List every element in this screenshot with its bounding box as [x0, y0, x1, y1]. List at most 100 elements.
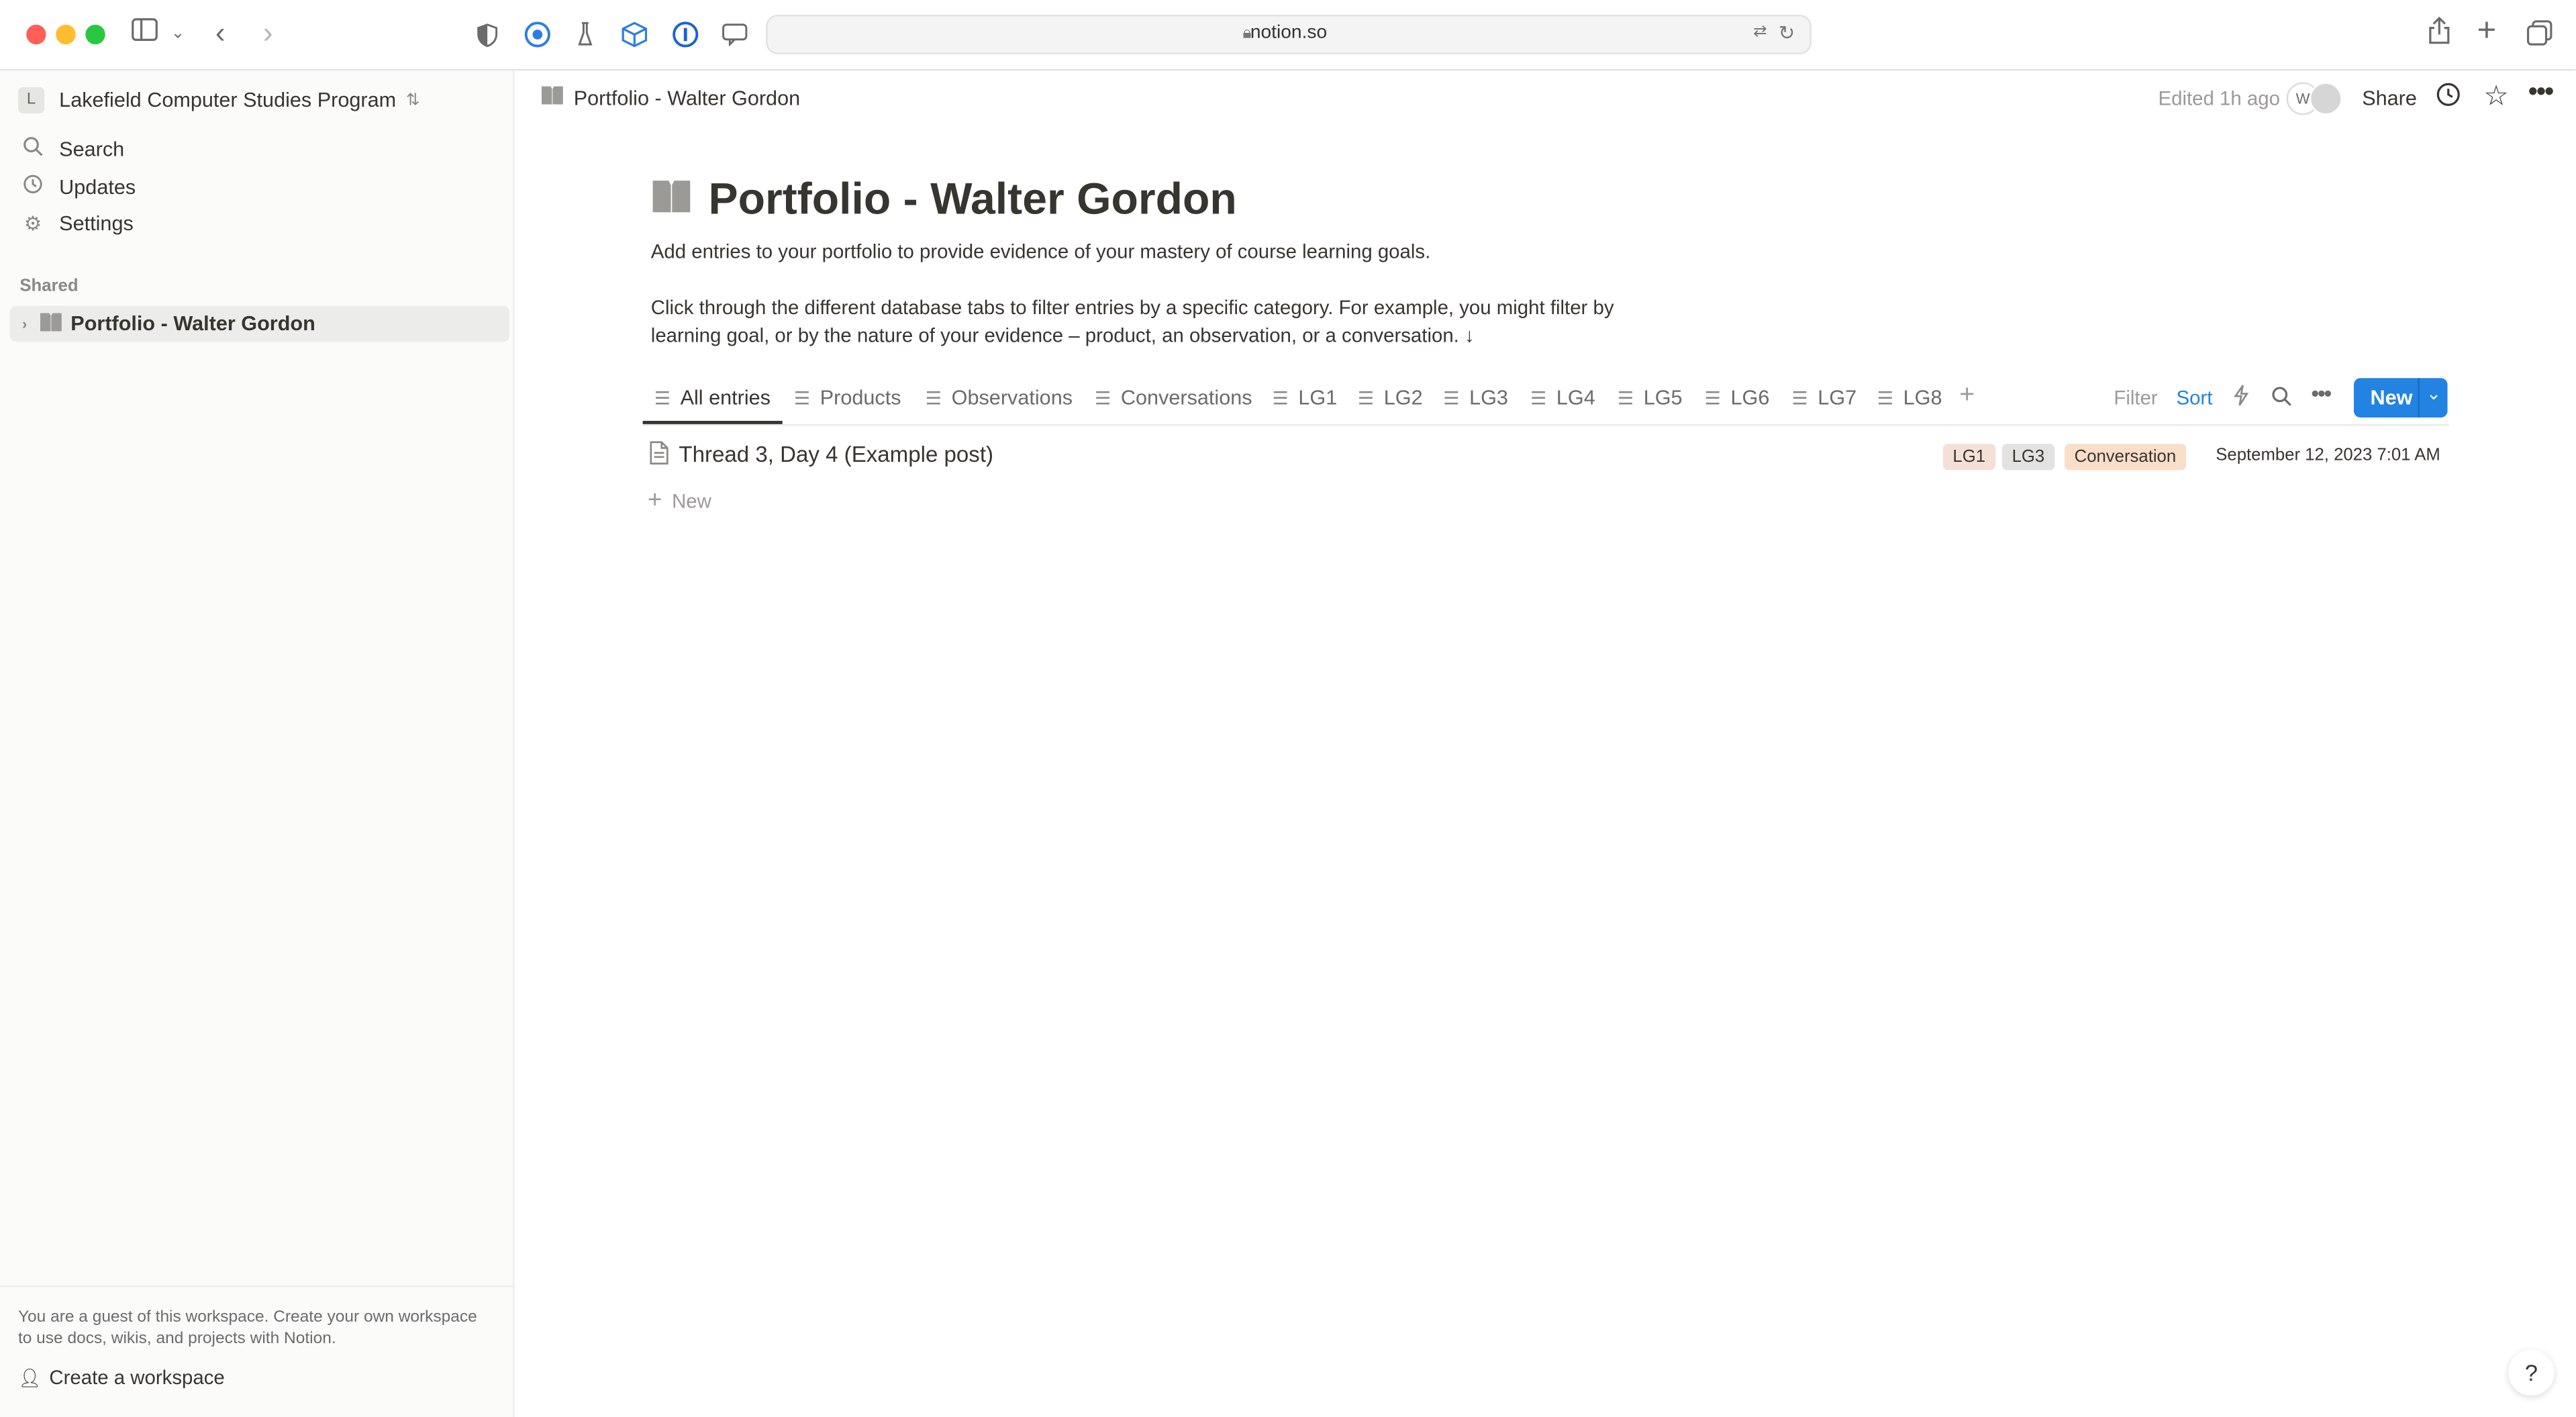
- tab-lg7[interactable]: ☰ LG7: [1791, 387, 1856, 409]
- create-workspace-button[interactable]: 👤︎ Create a workspace: [18, 1366, 225, 1389]
- password-manager-icon[interactable]: [671, 19, 700, 49]
- history-icon[interactable]: [2436, 82, 2461, 113]
- search-icon: [19, 136, 46, 161]
- sidebar-item-portfolio[interactable]: › Portfolio - Walter Gordon: [9, 305, 510, 342]
- list-icon: ☰: [1791, 389, 1808, 409]
- tab-lg1[interactable]: ☰ LG1: [1273, 387, 1338, 409]
- tab-label: Products: [820, 386, 901, 409]
- entry-title[interactable]: Thread 3, Day 4 (Example post): [679, 442, 993, 467]
- sidebar-item-label: Search: [59, 137, 125, 160]
- address-bar[interactable]: 🔒︎ notion.so ⇄ ↻: [766, 15, 1812, 54]
- automation-icon[interactable]: [2234, 385, 2249, 411]
- add-view-icon[interactable]: +: [1959, 381, 1975, 411]
- zoom-window-button[interactable]: [85, 24, 105, 45]
- sidebar-page-label: Portfolio - Walter Gordon: [70, 312, 315, 336]
- star-icon[interactable]: ☆: [2483, 81, 2508, 113]
- new-entry-button[interactable]: New ⌄: [2353, 378, 2448, 418]
- tab-observations[interactable]: ☰ Observations: [926, 387, 1073, 409]
- tab-lg6[interactable]: ☰ LG6: [1705, 387, 1770, 409]
- minimize-window-button[interactable]: [56, 24, 76, 45]
- list-icon: ☰: [793, 389, 811, 409]
- filter-button[interactable]: Filter: [2114, 387, 2157, 409]
- guest-notice: You are a guest of this workspace. Creat…: [0, 1285, 513, 1389]
- list-icon: ☰: [925, 389, 942, 409]
- tab-label: LG8: [1903, 386, 1942, 409]
- active-tab-indicator: [642, 420, 783, 424]
- sidebar-item-label: Updates: [59, 175, 136, 199]
- url-text: notion.so: [1250, 23, 1328, 43]
- tab-all-entries[interactable]: ☰ All entries: [654, 387, 771, 409]
- list-icon: ☰: [654, 389, 671, 409]
- table-row[interactable]: Thread 3, Day 4 (Example post) LG1 LG3 C…: [643, 436, 2449, 479]
- list-icon: ☰: [1617, 389, 1634, 409]
- person-plus-icon: 👤︎: [17, 1368, 42, 1389]
- page-description: Click through the different database tab…: [650, 295, 1614, 347]
- translate-extension-icon[interactable]: [720, 19, 750, 49]
- shield-icon[interactable]: [472, 19, 501, 49]
- book-icon: [40, 311, 62, 336]
- list-icon: ☰: [1443, 389, 1460, 409]
- edited-timestamp: Edited 1h ago: [2158, 87, 2280, 111]
- browser-toolbar: ⌄ ‹ › 🔒︎ notion.so ⇄ ↻ +: [0, 0, 2576, 71]
- sidebar-toggle-icon[interactable]: [132, 18, 158, 51]
- tab-overview-icon[interactable]: [2526, 19, 2553, 56]
- tag-lg3: LG3: [2001, 444, 2054, 471]
- workspace-avatar: L: [17, 87, 45, 113]
- tab-label: Observations: [951, 386, 1073, 409]
- avatar[interactable]: [2309, 82, 2342, 115]
- workspace-name: Lakefield Computer Studies Program: [59, 89, 397, 112]
- new-tab-icon[interactable]: +: [2477, 15, 2497, 48]
- refresh-extension-icon[interactable]: [523, 19, 552, 49]
- list-icon: ☰: [1272, 389, 1289, 409]
- dropper-icon[interactable]: [571, 19, 600, 49]
- tab-lg5[interactable]: ☰ LG5: [1618, 387, 1683, 409]
- cube-icon[interactable]: [620, 19, 649, 49]
- book-icon: [651, 175, 692, 226]
- back-icon[interactable]: ‹: [215, 16, 226, 49]
- tab-label: All entries: [680, 386, 771, 409]
- tab-lg8[interactable]: ☰ LG8: [1877, 387, 1942, 409]
- chevron-down-icon[interactable]: ⌄: [171, 18, 185, 51]
- list-icon: ☰: [1530, 389, 1547, 409]
- tab-products[interactable]: ☰ Products: [794, 387, 901, 409]
- chevron-right-icon[interactable]: ›: [10, 315, 40, 332]
- sidebar-item-label: Settings: [59, 211, 134, 236]
- share-sheet-icon[interactable]: [2428, 16, 2450, 54]
- tab-lg4[interactable]: ☰ LG4: [1530, 387, 1595, 409]
- tab-label: LG2: [1383, 386, 1423, 409]
- workspace-switcher[interactable]: L Lakefield Computer Studies Program ⇅: [17, 87, 420, 113]
- more-icon[interactable]: •••: [2528, 76, 2555, 109]
- clock-icon: [19, 175, 46, 199]
- entry-date: September 12, 2023 7:01 AM: [2216, 445, 2440, 466]
- share-button[interactable]: Share: [2362, 87, 2417, 110]
- help-button[interactable]: ?: [2508, 1349, 2555, 1396]
- more-icon[interactable]: •••: [2311, 380, 2332, 406]
- chevron-down-icon[interactable]: ⌄: [2426, 383, 2442, 404]
- sort-button[interactable]: Sort: [2176, 387, 2212, 409]
- tab-label: Conversations: [1120, 386, 1252, 409]
- tab-lg2[interactable]: ☰ LG2: [1358, 387, 1423, 409]
- tag-lg1: LG1: [1942, 444, 1995, 471]
- sidebar-item-settings[interactable]: ⚙ Settings: [19, 211, 134, 236]
- close-window-button[interactable]: [26, 24, 46, 45]
- gear-icon: ⚙: [23, 211, 42, 236]
- tab-label: LG7: [1818, 386, 1857, 409]
- reload-icon[interactable]: ↻: [1779, 21, 1795, 44]
- breadcrumb[interactable]: Portfolio - Walter Gordon: [541, 85, 800, 110]
- sidebar-item-search[interactable]: Search: [19, 136, 124, 161]
- list-icon: ☰: [1095, 389, 1111, 409]
- list-icon: ☰: [1704, 389, 1721, 409]
- chevron-up-down-icon: ⇅: [405, 91, 420, 109]
- add-new-row-button[interactable]: + New: [648, 487, 711, 515]
- forward-icon[interactable]: ›: [263, 16, 273, 49]
- tab-label: LG5: [1643, 386, 1683, 409]
- page-title: Portfolio - Walter Gordon: [651, 175, 1237, 226]
- sidebar-item-updates[interactable]: Updates: [19, 175, 136, 199]
- translate-icon[interactable]: ⇄: [1753, 23, 1767, 41]
- tab-lg3[interactable]: ☰ LG3: [1443, 387, 1508, 409]
- tab-conversations[interactable]: ☰ Conversations: [1095, 387, 1252, 409]
- list-icon: ☰: [1357, 389, 1375, 409]
- guest-message: You are a guest of this workspace. Creat…: [17, 1308, 477, 1349]
- search-icon[interactable]: [2272, 387, 2291, 411]
- plus-icon: +: [647, 486, 662, 515]
